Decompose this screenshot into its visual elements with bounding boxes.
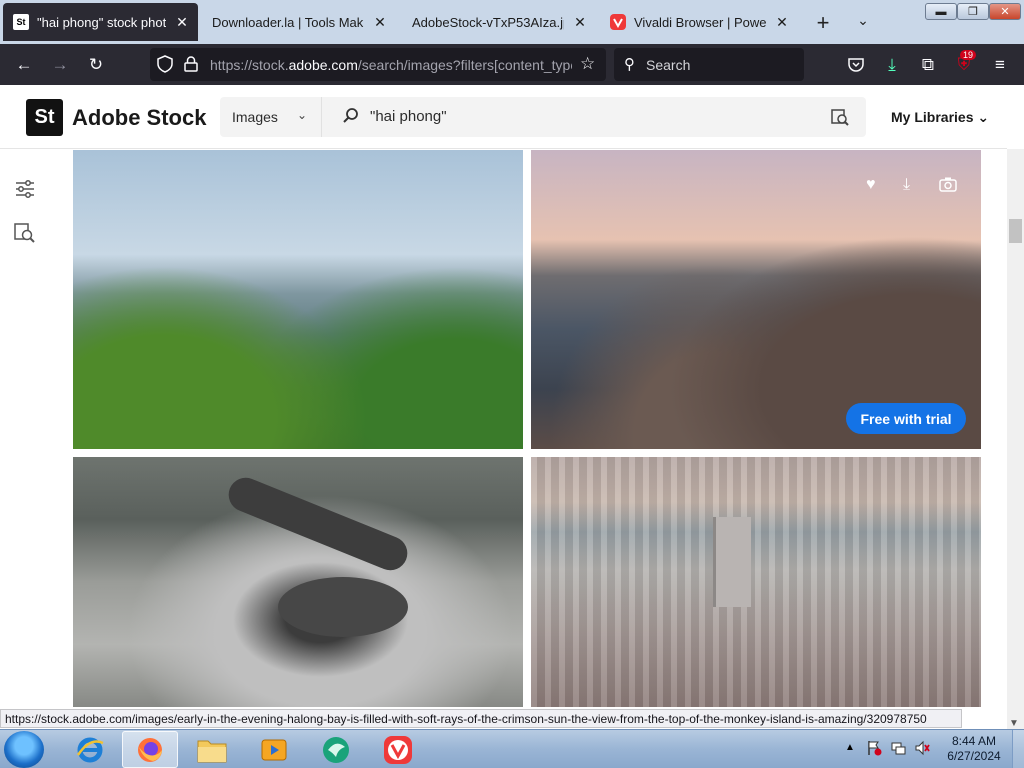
tab-title: Vivaldi Browser | Powerful, — [634, 14, 766, 30]
show-hidden-icons-arrow-icon[interactable]: ▲ — [845, 742, 861, 758]
system-clock[interactable]: 8:44 AM 6/27/2024 — [946, 734, 1002, 764]
search-icon — [342, 107, 360, 130]
downloads-icon[interactable]: ⤓ — [880, 53, 904, 77]
asset-type-value: Images — [232, 109, 278, 125]
bird-app-icon[interactable] — [308, 731, 364, 768]
maximize-window-button[interactable]: ❐ — [957, 3, 989, 20]
chevron-down-icon: ⌄ — [296, 108, 307, 122]
search-engine-icon[interactable]: ⚲ — [624, 55, 635, 73]
tab-downloader[interactable]: Downloader.la | Tools Making Y ✕ — [200, 3, 396, 41]
cannon-barrel-shape — [223, 472, 413, 576]
url-bar[interactable]: https://stock.adobe.com/search/images?fi… — [150, 48, 606, 81]
close-tab-icon[interactable]: ✕ — [572, 14, 588, 31]
extension-badge-count: 19 — [960, 50, 977, 60]
network-icon[interactable] — [890, 740, 906, 756]
scroll-down-arrow-icon[interactable]: ▼ — [1009, 718, 1019, 729]
back-arrow-icon[interactable]: ← — [12, 53, 36, 77]
tab-title: "hai phong" stock photos, — [37, 14, 166, 30]
vivaldi-taskbar-icon[interactable] — [370, 731, 426, 768]
clock-time: 8:44 AM — [951, 734, 997, 748]
clock-date: 6/27/2024 — [947, 749, 1001, 763]
windows-taskbar: ▲ 8:44 AM 6/27/2024 — [0, 729, 1024, 768]
minimize-window-button[interactable]: ▬ — [925, 3, 957, 20]
navigation-toolbar: ← → ↻ https://stock.adobe.com/search/ima… — [0, 44, 1024, 85]
action-center-flag-icon[interactable] — [866, 740, 882, 756]
tab-strip: St "hai phong" stock photos, ✕ Downloade… — [0, 0, 1024, 44]
tower-shape — [713, 517, 751, 607]
forward-arrow-icon[interactable]: → — [48, 53, 72, 77]
url-text[interactable]: https://stock.adobe.com/search/images?fi… — [210, 57, 572, 73]
visual-search-icon[interactable] — [830, 107, 850, 127]
heart-icon[interactable]: ♥ — [866, 176, 876, 194]
lock-icon[interactable] — [184, 56, 198, 77]
close-tab-icon[interactable]: ✕ — [174, 14, 190, 31]
volume-muted-icon[interactable] — [914, 740, 930, 756]
bookmark-star-icon[interactable]: ☆ — [580, 54, 595, 74]
file-explorer-folder-icon[interactable] — [184, 731, 240, 768]
camera-find-similar-icon[interactable] — [939, 176, 957, 197]
chevron-down-icon: ⌄ — [977, 109, 990, 125]
my-libraries-menu[interactable]: My Libraries ⌄ — [891, 109, 989, 126]
search-query-text: "hai phong" — [370, 108, 447, 125]
shield-icon[interactable] — [156, 55, 174, 78]
search-placeholder: Search — [646, 57, 691, 73]
tab-title: Downloader.la | Tools Making Y — [212, 14, 364, 30]
result-image-cannon[interactable] — [73, 457, 523, 707]
pocket-icon[interactable] — [844, 53, 868, 77]
tab-title: AdobeStock-vTxP53AIza.jpg (JP — [412, 14, 564, 30]
internet-explorer-icon[interactable] — [62, 731, 118, 768]
free-with-trial-button[interactable]: Free with trial — [846, 403, 966, 434]
tab-adobe-stock[interactable]: St "hai phong" stock photos, ✕ — [3, 3, 198, 41]
page-scrollbar[interactable]: ▼ — [1007, 149, 1024, 729]
site-header: St Adobe Stock Images ⌄ "hai phong" My L… — [0, 85, 1007, 149]
cannon-mount-shape — [278, 577, 408, 637]
tab-adobestock-jpg[interactable]: AdobeStock-vTxP53AIza.jpg (JP ✕ — [400, 3, 596, 41]
extensions-puzzle-icon[interactable]: ⧉ — [916, 53, 940, 77]
reload-icon[interactable]: ↻ — [84, 53, 108, 77]
asset-type-dropdown[interactable]: Images ⌄ — [220, 97, 322, 137]
adobe-stock-logo[interactable]: St — [26, 99, 63, 136]
search-input[interactable]: "hai phong" — [322, 97, 866, 137]
vivaldi-favicon — [610, 14, 626, 30]
result-image-city-skyline[interactable] — [531, 457, 981, 707]
result-image-bay-view[interactable] — [73, 150, 523, 449]
new-tab-plus-icon[interactable]: + — [812, 10, 834, 36]
visual-search-rail-icon[interactable] — [14, 222, 36, 244]
hamburger-menu-icon[interactable]: ≡ — [988, 53, 1012, 77]
firefox-icon[interactable] — [122, 731, 178, 768]
brand-name[interactable]: Adobe Stock — [72, 105, 206, 131]
scrollbar-thumb[interactable] — [1009, 219, 1022, 243]
download-icon[interactable]: ⤓ — [903, 176, 910, 194]
start-button-windows-icon[interactable] — [4, 731, 44, 768]
link-status-url: https://stock.adobe.com/images/early-in-… — [0, 709, 962, 728]
close-tab-icon[interactable]: ✕ — [774, 14, 790, 31]
browser-search-box[interactable]: ⚲ Search — [614, 48, 804, 81]
show-desktop-button[interactable] — [1012, 730, 1024, 768]
list-all-tabs-chevron-icon[interactable]: ⌄ — [852, 12, 874, 29]
adobe-stock-favicon: St — [13, 14, 29, 30]
close-window-button[interactable]: ✕ — [989, 3, 1021, 20]
tab-vivaldi[interactable]: Vivaldi Browser | Powerful, ✕ — [600, 3, 798, 41]
filters-sliders-icon[interactable] — [14, 178, 36, 200]
close-tab-icon[interactable]: ✕ — [372, 14, 388, 31]
media-player-icon[interactable] — [246, 731, 302, 768]
